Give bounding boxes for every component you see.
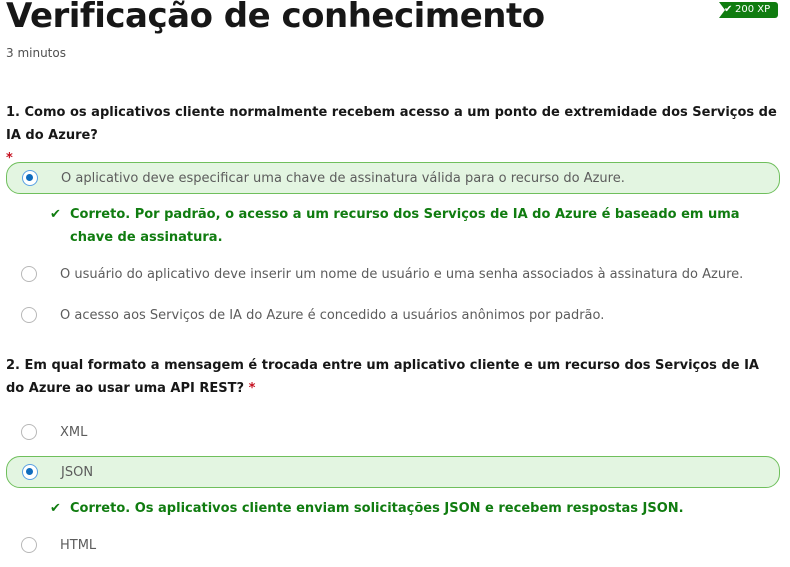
radio-unselected-icon[interactable] bbox=[21, 307, 37, 323]
q1-option-1[interactable]: O aplicativo deve especificar uma chave … bbox=[6, 162, 780, 194]
q1-option-3-label: O acesso aos Serviços de IA do Azure é c… bbox=[60, 307, 605, 323]
q2-option-2[interactable]: JSON bbox=[6, 456, 780, 488]
q2-feedback: ✔ Correto. Os aplicativos cliente enviam… bbox=[50, 497, 750, 520]
q1-option-1-label: O aplicativo deve especificar uma chave … bbox=[61, 170, 625, 186]
q1-option-3[interactable]: O acesso aos Serviços de IA do Azure é c… bbox=[6, 299, 780, 331]
xp-badge: ✔ 200 XP bbox=[719, 2, 779, 18]
q1-feedback-text: Correto. Por padrão, o acesso a um recur… bbox=[70, 207, 740, 245]
radio-unselected-icon[interactable] bbox=[21, 537, 37, 553]
q2-option-1-label: XML bbox=[60, 424, 88, 440]
page-title: Verificação de conhecimento bbox=[6, 0, 545, 36]
question-2-text: 2. Em qual formato a mensagem é trocada … bbox=[6, 358, 759, 396]
question-1: 1. Como os aplicativos cliente normalmen… bbox=[6, 101, 786, 170]
q2-option-3-label: HTML bbox=[60, 537, 97, 553]
q1-option-2-label: O usuário do aplicativo deve inserir um … bbox=[60, 266, 744, 282]
q2-option-3[interactable]: HTML bbox=[6, 529, 780, 561]
radio-selected-icon[interactable] bbox=[22, 170, 38, 186]
question-1-text: 1. Como os aplicativos cliente normalmen… bbox=[6, 105, 777, 143]
xp-badge-label: 200 XP bbox=[735, 4, 771, 15]
q1-feedback: ✔ Correto. Por padrão, o acesso a um rec… bbox=[50, 203, 750, 249]
q2-option-2-label: JSON bbox=[61, 464, 94, 480]
question-2: 2. Em qual formato a mensagem é trocada … bbox=[6, 354, 766, 400]
knowledge-check-page: Verificação de conhecimento 3 minutos ✔ … bbox=[0, 0, 790, 567]
radio-selected-icon[interactable] bbox=[22, 464, 38, 480]
required-asterisk: * bbox=[248, 381, 256, 396]
checkmark-icon: ✔ bbox=[50, 207, 61, 222]
radio-unselected-icon[interactable] bbox=[21, 266, 37, 282]
q2-option-1[interactable]: XML bbox=[6, 416, 780, 448]
radio-unselected-icon[interactable] bbox=[21, 424, 37, 440]
checkmark-icon: ✔ bbox=[50, 501, 61, 516]
checkmark-icon: ✔ bbox=[724, 4, 733, 15]
duration-label: 3 minutos bbox=[6, 46, 66, 60]
q1-option-2[interactable]: O usuário do aplicativo deve inserir um … bbox=[6, 258, 780, 290]
q2-feedback-text: Correto. Os aplicativos cliente enviam s… bbox=[70, 501, 684, 516]
